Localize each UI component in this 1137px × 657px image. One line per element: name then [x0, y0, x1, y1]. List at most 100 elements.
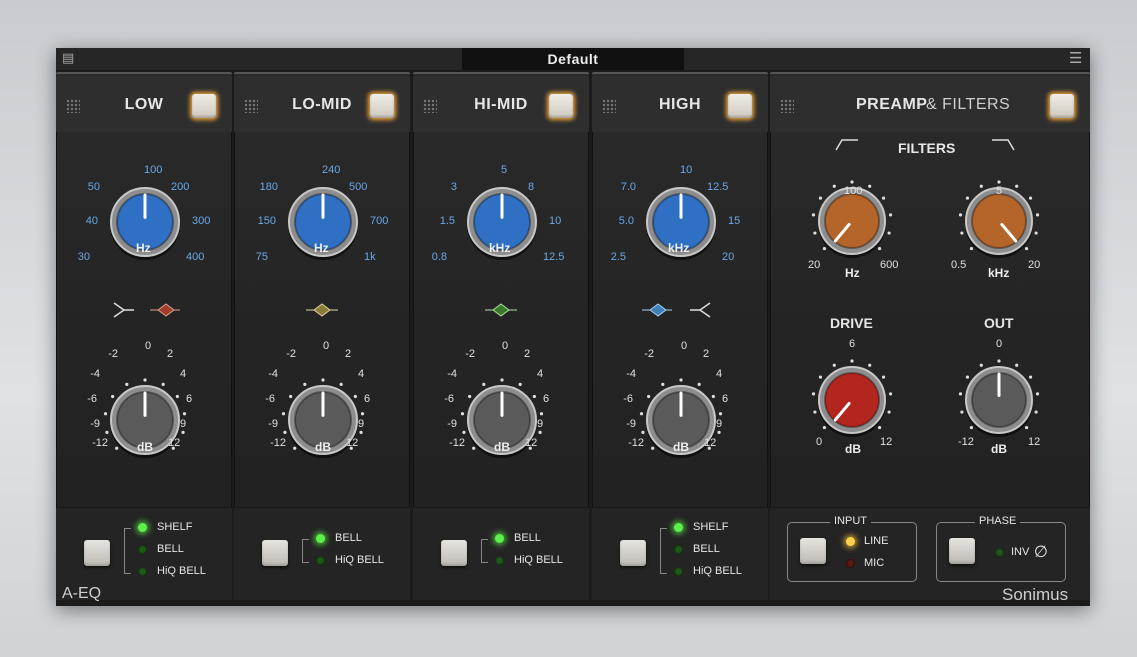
- gain-unit-label: dB: [315, 440, 331, 454]
- mode-option-label[interactable]: BELL: [693, 543, 720, 555]
- band-enable-button[interactable]: [728, 94, 752, 118]
- gain-scale-label: 6: [364, 393, 371, 405]
- input-select-button[interactable]: [800, 538, 826, 564]
- plugin-window: ▤ Default ☰ LOW 100 200 300 400 30 40 50 Hz 0 2 4 6 9…: [56, 48, 1090, 606]
- frequency-knob[interactable]: [451, 171, 553, 273]
- band-strip-low: LOW 100 200 300 400 30 40 50 Hz 0 2 4 6 9 12 -12 -9 -6 -4-…: [56, 72, 232, 600]
- mode-option-label[interactable]: BELL: [335, 532, 362, 544]
- mode-led: [674, 523, 683, 532]
- gain-scale-label: -12: [449, 437, 465, 449]
- drive-knob[interactable]: [802, 350, 902, 450]
- lp-unit-label: kHz: [988, 266, 1010, 280]
- preamp-title-suffix: & FILTERS: [926, 96, 1011, 113]
- lp-scale-label: 0.5: [951, 259, 967, 271]
- gain-scale-label: -9: [626, 418, 636, 430]
- band-enable-button[interactable]: [549, 94, 573, 118]
- gain-scale-label: -12: [628, 437, 644, 449]
- band-enable-button[interactable]: [370, 94, 394, 118]
- mode-option-label[interactable]: BELL: [514, 532, 541, 544]
- out-scale-label: -12: [958, 436, 974, 448]
- curve-shape-icon: [306, 303, 338, 317]
- preset-name[interactable]: Default: [462, 48, 684, 70]
- band-strip-hi-mid: HI-MID 5 8 10 12.5 0.8 1.5 3 kHz 0 2 4 6 9 12 -12 -9 -6 -4…: [413, 72, 589, 600]
- freq-scale-label: 30: [77, 251, 90, 263]
- gain-scale-label: 9: [358, 418, 365, 430]
- preset-list-icon[interactable]: ▤: [62, 51, 74, 66]
- freq-scale-label: 0.8: [431, 251, 447, 263]
- freq-scale-label: 7.0: [620, 181, 636, 193]
- freq-scale-label: 5.0: [618, 215, 634, 227]
- input-title: INPUT: [830, 515, 871, 527]
- freq-scale-label: 400: [186, 251, 205, 263]
- mode-option-label[interactable]: BELL: [157, 543, 184, 555]
- gain-scale-label: -4: [626, 368, 636, 380]
- phase-invert-button[interactable]: [949, 538, 975, 564]
- drag-grip-icon[interactable]: [780, 99, 794, 113]
- mode-option-label[interactable]: SHELF: [693, 521, 728, 533]
- hp-scale-label: 20: [808, 259, 821, 271]
- gain-scale-label: -6: [87, 393, 97, 405]
- curve-shape-icon: [642, 302, 711, 318]
- mode-select-button[interactable]: [262, 540, 288, 566]
- mode-option-label[interactable]: HiQ BELL: [693, 565, 742, 577]
- hamburger-icon[interactable]: ☰: [1069, 49, 1082, 67]
- drive-scale-label: 6: [849, 338, 856, 350]
- gain-scale-label: 4: [358, 368, 365, 380]
- freq-scale-label: 180: [259, 181, 278, 193]
- gain-scale-label: -9: [268, 418, 278, 430]
- band-header: HI-MID: [413, 76, 589, 132]
- mode-option-label[interactable]: HiQ BELL: [514, 554, 563, 566]
- freq-scale-label: 150: [257, 215, 276, 227]
- drive-unit-label: dB: [845, 442, 861, 456]
- mode-select-button[interactable]: [620, 540, 646, 566]
- mode-bracket: [481, 539, 488, 563]
- gain-unit-label: dB: [673, 440, 689, 454]
- mode-section: SHELF BELL HiQ BELL: [592, 507, 768, 600]
- mode-led: [138, 523, 147, 532]
- freq-scale-label: 20: [722, 251, 735, 263]
- out-scale-label: 12: [1028, 436, 1041, 448]
- gain-scale-label: 6: [186, 393, 193, 405]
- output-knob[interactable]: [949, 350, 1049, 450]
- filter-shape-icons: [835, 139, 1015, 151]
- lp-scale-label: 5: [996, 185, 1003, 197]
- gain-scale-label: -4: [90, 368, 100, 380]
- gain-scale-label: -6: [265, 393, 275, 405]
- mode-led: [674, 545, 683, 554]
- mic-option-label[interactable]: MIC: [864, 557, 884, 569]
- mode-bracket: [302, 539, 309, 563]
- gain-scale-label: 4: [180, 368, 187, 380]
- mode-option-label[interactable]: HiQ BELL: [335, 554, 384, 566]
- product-logo: A-EQ: [62, 585, 102, 602]
- drive-label: DRIVE: [830, 315, 873, 331]
- freq-scale-label: 700: [370, 215, 389, 227]
- gain-scale-label: 2: [345, 348, 352, 360]
- mode-select-button[interactable]: [441, 540, 467, 566]
- freq-scale-label: 5: [501, 164, 508, 176]
- mode-led: [674, 567, 683, 576]
- gain-scale-label: -9: [447, 418, 457, 430]
- freq-scale-label: 240: [322, 164, 341, 176]
- drive-scale-label: 12: [880, 436, 893, 448]
- gain-scale-label: -6: [444, 393, 454, 405]
- freq-scale-label: 12.5: [543, 251, 565, 263]
- freq-scale-label: 10: [680, 164, 693, 176]
- hp-unit-label: Hz: [845, 266, 860, 280]
- freq-unit-label: kHz: [668, 241, 690, 255]
- preamp-header: PREAMP & FILTERS: [770, 76, 1090, 132]
- gain-scale-label: -4: [447, 368, 457, 380]
- freq-scale-label: 40: [85, 215, 98, 227]
- top-bar: ▤ Default ☰: [56, 48, 1090, 70]
- preamp-enable-button[interactable]: [1050, 94, 1074, 118]
- band-strip-lo-mid: LO-MID 240 500 700 1k 75 150 180 Hz 0 2 4 6 9 12 -12 -9 -…: [234, 72, 410, 600]
- band-enable-button[interactable]: [192, 94, 216, 118]
- phase-title: PHASE: [975, 515, 1021, 527]
- gain-scale-label: 12: [704, 437, 717, 449]
- mode-option-label[interactable]: SHELF: [157, 521, 192, 533]
- line-option-label[interactable]: LINE: [864, 535, 888, 547]
- gain-scale-label: 0: [323, 340, 330, 352]
- gain-scale-label: -12: [270, 437, 286, 449]
- mode-select-button[interactable]: [84, 540, 110, 566]
- phase-option-label[interactable]: INV: [1011, 546, 1029, 558]
- mode-option-label[interactable]: HiQ BELL: [157, 565, 206, 577]
